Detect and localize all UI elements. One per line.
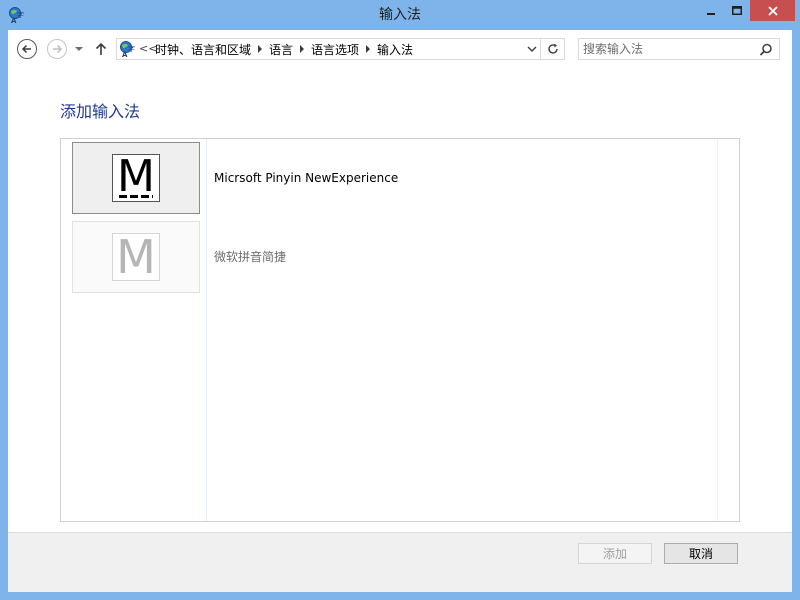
client-area: 字 A << 时钟、语言和区域 语言 语言选项 输入法 搜索输入法 添加输入法 …: [8, 30, 792, 592]
page-title: 添加输入法: [60, 102, 141, 121]
glyph-underline: [119, 195, 153, 198]
maximize-icon: [732, 5, 742, 15]
minimize-button[interactable]: [698, 0, 724, 21]
input-method-m-icon: M: [112, 233, 160, 281]
breadcrumb-item[interactable]: 语言: [269, 41, 293, 58]
forward-button[interactable]: [46, 38, 68, 60]
chevron-down-icon: [527, 46, 537, 52]
breadcrumb-separator-icon[interactable]: [359, 45, 377, 53]
minimize-icon: [707, 12, 715, 15]
search-input[interactable]: [583, 40, 753, 58]
input-method-name: Micrsoft Pinyin NewExperience: [214, 171, 399, 185]
dialog-footer: 添加 取消: [8, 532, 792, 592]
back-arrow-icon: [17, 39, 37, 59]
refresh-button[interactable]: [540, 39, 564, 59]
input-method-name: 微软拼音简捷: [214, 250, 287, 264]
recent-locations-button[interactable]: [72, 38, 86, 60]
breadcrumb: 时钟、语言和区域 语言 语言选项 输入法: [155, 39, 413, 59]
breadcrumb-item[interactable]: 语言选项: [311, 41, 359, 58]
window: 字 A 输入法 字 A << 时钟、语言和区域 语言 语言选项 输入法 搜索输入…: [0, 0, 800, 600]
svg-text:A: A: [122, 51, 128, 58]
chevron-down-icon: [75, 47, 83, 51]
language-globe-icon: 字 A: [119, 40, 137, 59]
close-icon: [767, 5, 778, 16]
breadcrumb-item[interactable]: 时钟、语言和区域: [155, 41, 251, 58]
back-button[interactable]: [16, 38, 38, 60]
list-item-microsoft-pinyin-simplefast[interactable]: M 微软拼音简捷: [72, 221, 692, 293]
cancel-button[interactable]: 取消: [664, 543, 738, 564]
refresh-icon: [547, 43, 558, 54]
navigation-bar: 字 A << 时钟、语言和区域 语言 语言选项 输入法: [8, 30, 792, 68]
breadcrumb-separator-icon[interactable]: [251, 45, 269, 53]
tile-glyph-letter: M: [117, 151, 155, 202]
up-arrow-icon: [95, 42, 107, 55]
search-icon[interactable]: [759, 43, 773, 57]
up-button[interactable]: [92, 38, 110, 60]
tile-glyph-letter: M: [116, 230, 156, 284]
address-history-dropdown[interactable]: [524, 39, 540, 59]
input-method-m-icon: M: [112, 154, 160, 202]
forward-arrow-icon: [47, 39, 67, 59]
svg-text:字: 字: [128, 44, 135, 53]
address-bar[interactable]: 字 A << 时钟、语言和区域 语言 语言选项 输入法: [116, 38, 565, 60]
add-button[interactable]: 添加: [578, 543, 652, 564]
list-item-microsoft-pinyin-newexperience[interactable]: M Micrsoft Pinyin NewExperience: [72, 142, 692, 214]
breadcrumb-separator-icon[interactable]: [293, 45, 311, 53]
input-method-list[interactable]: M Micrsoft Pinyin NewExperience M 微软拼音简捷: [60, 138, 740, 522]
close-button[interactable]: [750, 0, 795, 21]
breadcrumb-item[interactable]: 输入法: [377, 41, 413, 58]
input-method-tile[interactable]: M: [72, 221, 200, 293]
input-method-tile[interactable]: M: [72, 142, 200, 214]
search-box[interactable]: [578, 38, 780, 60]
title-bar[interactable]: 字 A 输入法: [0, 0, 800, 30]
list-right-divider: [717, 139, 718, 521]
window-title: 输入法: [379, 7, 421, 23]
maximize-button[interactable]: [724, 0, 750, 21]
